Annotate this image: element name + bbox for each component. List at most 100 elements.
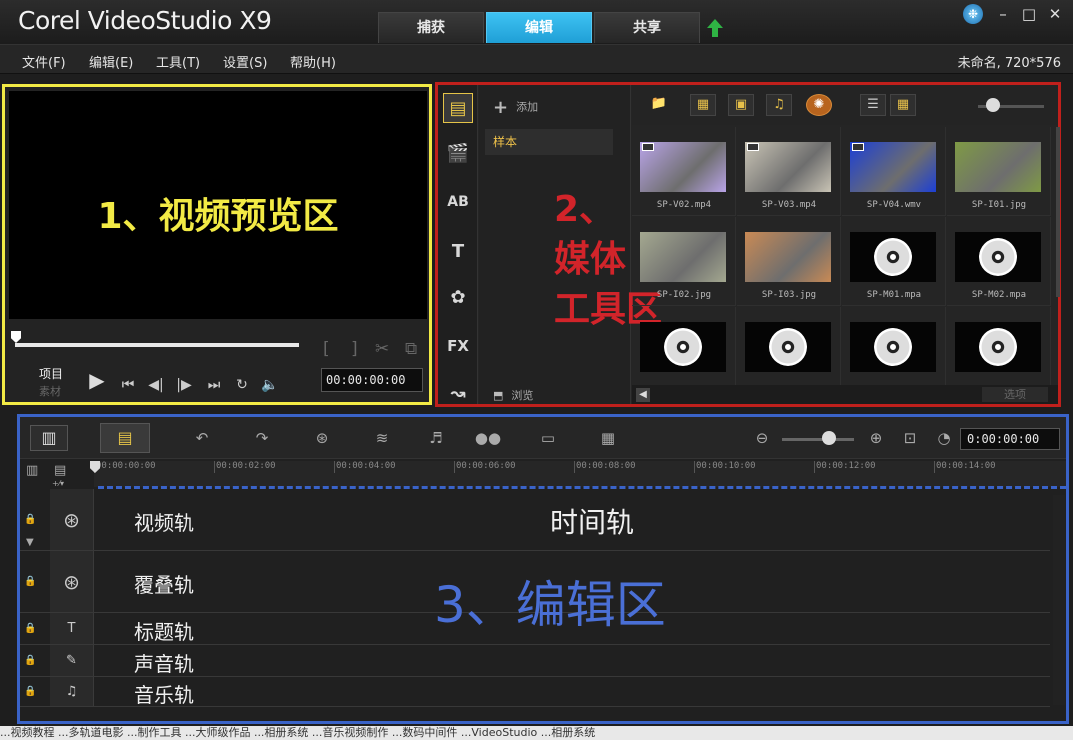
track-lock-icon[interactable]: 🔒 bbox=[24, 686, 36, 697]
library-thumbnail[interactable] bbox=[632, 307, 736, 385]
multi-camera-icon[interactable]: ▦ bbox=[594, 427, 622, 449]
help-globe-icon[interactable]: ❉ bbox=[963, 4, 983, 24]
timeline-view-icon[interactable]: ▤ bbox=[100, 423, 150, 453]
subtitle-editor-icon[interactable]: ▭ bbox=[534, 427, 562, 449]
mode-clip[interactable]: 素材 bbox=[39, 383, 61, 399]
music-track-icon[interactable]: ♫ bbox=[50, 677, 94, 706]
repeat-icon[interactable]: ↻ bbox=[231, 374, 253, 396]
tab-edit[interactable]: 编辑 bbox=[486, 12, 592, 43]
timeline-track[interactable]: 🔒 ✎ 声音轨 bbox=[20, 645, 1050, 677]
zoom-slider[interactable] bbox=[782, 438, 854, 441]
library-thumbnail[interactable]: SP-M02.mpa bbox=[947, 217, 1051, 306]
thumbnail-size-knob[interactable] bbox=[986, 98, 1000, 112]
show-audio-icon[interactable]: ♫ bbox=[766, 94, 792, 116]
preview-timecode[interactable]: 00:00:00:00 bbox=[321, 368, 423, 392]
project-duration-icon[interactable]: ◔ bbox=[930, 427, 958, 449]
mark-in-icon[interactable]: [ bbox=[323, 339, 330, 359]
record-capture-icon[interactable]: ⊛ bbox=[308, 427, 336, 449]
library-scrollbar[interactable] bbox=[1056, 127, 1060, 297]
mode-project[interactable]: 项目 bbox=[39, 365, 63, 382]
minimize-button[interactable]: – bbox=[991, 4, 1015, 24]
library-thumbnail[interactable]: SP-V04.wmv bbox=[842, 127, 946, 216]
track-manager-icon[interactable]: ▤ bbox=[54, 463, 66, 478]
timeline-ruler[interactable]: 00:00:00:00 00:00:02:00 00:00:04:00 00:00:0… bbox=[94, 461, 1066, 487]
track-lock-icon[interactable]: 🔒 bbox=[24, 623, 36, 634]
sound-mixer-icon[interactable]: ≋ bbox=[368, 427, 396, 449]
library-thumbnail[interactable]: SP-I01.jpg bbox=[947, 127, 1051, 216]
thumbnail-view-icon[interactable]: ▦ bbox=[890, 94, 916, 116]
overlay-reel-icon[interactable]: ⊛ bbox=[50, 551, 94, 612]
tab-capture[interactable]: 捕获 bbox=[378, 12, 484, 43]
transition-icon[interactable]: AB bbox=[443, 187, 473, 217]
end-icon[interactable]: ⏭ bbox=[203, 374, 225, 396]
play-button[interactable]: ▶ bbox=[83, 369, 111, 397]
redo-icon[interactable]: ↷ bbox=[248, 427, 276, 449]
fit-project-icon[interactable]: ⊡ bbox=[896, 427, 924, 449]
enlarge-preview-icon[interactable]: ⧉ bbox=[405, 339, 417, 359]
add-remove-chapter-icon[interactable]: +⁄▾ bbox=[52, 479, 64, 488]
timeline-scrollbar[interactable] bbox=[1053, 495, 1065, 705]
show-photos-icon[interactable]: ▣ bbox=[728, 94, 754, 116]
home-icon[interactable]: ⏮ bbox=[117, 374, 139, 396]
list-view-icon[interactable]: ☰ bbox=[860, 94, 886, 116]
film-reel-icon[interactable]: ⊛ bbox=[50, 489, 94, 550]
options-button[interactable]: 选项 bbox=[982, 387, 1048, 402]
preview-screen[interactable]: 1、视频预览区 bbox=[9, 91, 427, 319]
library-thumbnail[interactable]: SP-M01.mpa bbox=[842, 217, 946, 306]
maximize-button[interactable]: □ bbox=[1017, 4, 1041, 24]
library-thumbnail[interactable]: SP-I03.jpg bbox=[737, 217, 841, 306]
menu-file[interactable]: 文件(F) bbox=[22, 52, 66, 71]
menu-settings[interactable]: 设置(S) bbox=[223, 52, 267, 71]
ruler-tick-label: 00:00:14:00 bbox=[934, 461, 996, 473]
scroll-left-icon[interactable]: ◀ bbox=[636, 388, 650, 402]
browse-button[interactable]: ⬒ 浏览 bbox=[493, 387, 533, 403]
tab-share[interactable]: 共享 bbox=[594, 12, 700, 43]
auto-music-icon[interactable]: ♬ bbox=[422, 427, 450, 449]
undo-icon[interactable]: ↶ bbox=[188, 427, 216, 449]
title-icon[interactable]: T bbox=[443, 237, 473, 267]
import-folder-icon[interactable]: 📁 bbox=[646, 94, 672, 116]
show-all-tracks-icon[interactable]: ▥ bbox=[26, 463, 38, 478]
library-thumbnail[interactable]: SP-V03.mp4 bbox=[737, 127, 841, 216]
menu-help[interactable]: 帮助(H) bbox=[290, 52, 336, 71]
menu-edit[interactable]: 编辑(E) bbox=[89, 52, 133, 71]
next-frame-icon[interactable]: |▶ bbox=[173, 374, 195, 396]
instant-project-icon[interactable]: 🎬 bbox=[443, 139, 473, 169]
library-thumbnail[interactable]: SP-I02.jpg bbox=[632, 217, 736, 306]
track-lock-icon[interactable]: 🔒 bbox=[24, 655, 36, 666]
library-thumbnail[interactable]: SP-V02.mp4 bbox=[632, 127, 736, 216]
close-button[interactable]: ✕ bbox=[1043, 4, 1067, 24]
folder-sample[interactable]: 样本 bbox=[485, 129, 613, 155]
mark-out-icon[interactable]: ] bbox=[351, 339, 358, 359]
scrubber-handle[interactable] bbox=[11, 331, 21, 343]
library-thumbnail[interactable] bbox=[737, 307, 841, 385]
library-thumbnail[interactable] bbox=[842, 307, 946, 385]
upload-icon[interactable] bbox=[706, 18, 724, 38]
preview-scrubber[interactable] bbox=[15, 343, 299, 347]
sort-icon[interactable]: ✺ bbox=[806, 94, 832, 116]
split-clip-icon[interactable]: ✂ bbox=[375, 339, 389, 359]
library-thumbnail[interactable] bbox=[947, 307, 1051, 385]
voice-track-icon[interactable]: ✎ bbox=[50, 645, 94, 676]
track-lock-icon[interactable]: 🔒 bbox=[24, 514, 36, 525]
zoom-out-icon[interactable]: ⊖ bbox=[748, 427, 776, 449]
add-folder-button[interactable]: + 添加 bbox=[493, 97, 538, 118]
menu-tools[interactable]: 工具(T) bbox=[156, 52, 200, 71]
collapse-track-icon[interactable]: ▼ bbox=[26, 537, 34, 548]
timeline-timecode[interactable]: 0:00:00:00 bbox=[960, 428, 1060, 450]
filter-icon[interactable]: FX bbox=[443, 331, 473, 361]
motion-tracking-icon[interactable]: ●● bbox=[474, 427, 502, 449]
prev-frame-icon[interactable]: ◀| bbox=[145, 374, 167, 396]
graphic-icon[interactable]: ✿ bbox=[443, 283, 473, 313]
title-track-icon[interactable]: T bbox=[50, 613, 94, 644]
media-icon[interactable]: ▤ bbox=[443, 93, 473, 123]
timeline-track[interactable]: 🔒 ♫ 音乐轨 bbox=[20, 677, 1050, 707]
show-videos-icon[interactable]: ▦ bbox=[690, 94, 716, 116]
volume-icon[interactable]: 🔈 bbox=[259, 374, 281, 396]
timeline-track[interactable]: 🔒 ⊛ 视频轨 bbox=[20, 489, 1050, 551]
track-lock-icon[interactable]: 🔒 bbox=[24, 576, 36, 587]
path-icon[interactable]: ↝ bbox=[443, 379, 473, 409]
zoom-in-icon[interactable]: ⊕ bbox=[862, 427, 890, 449]
zoom-slider-knob[interactable] bbox=[822, 431, 836, 445]
storyboard-view-icon[interactable]: ▥ bbox=[30, 425, 68, 451]
